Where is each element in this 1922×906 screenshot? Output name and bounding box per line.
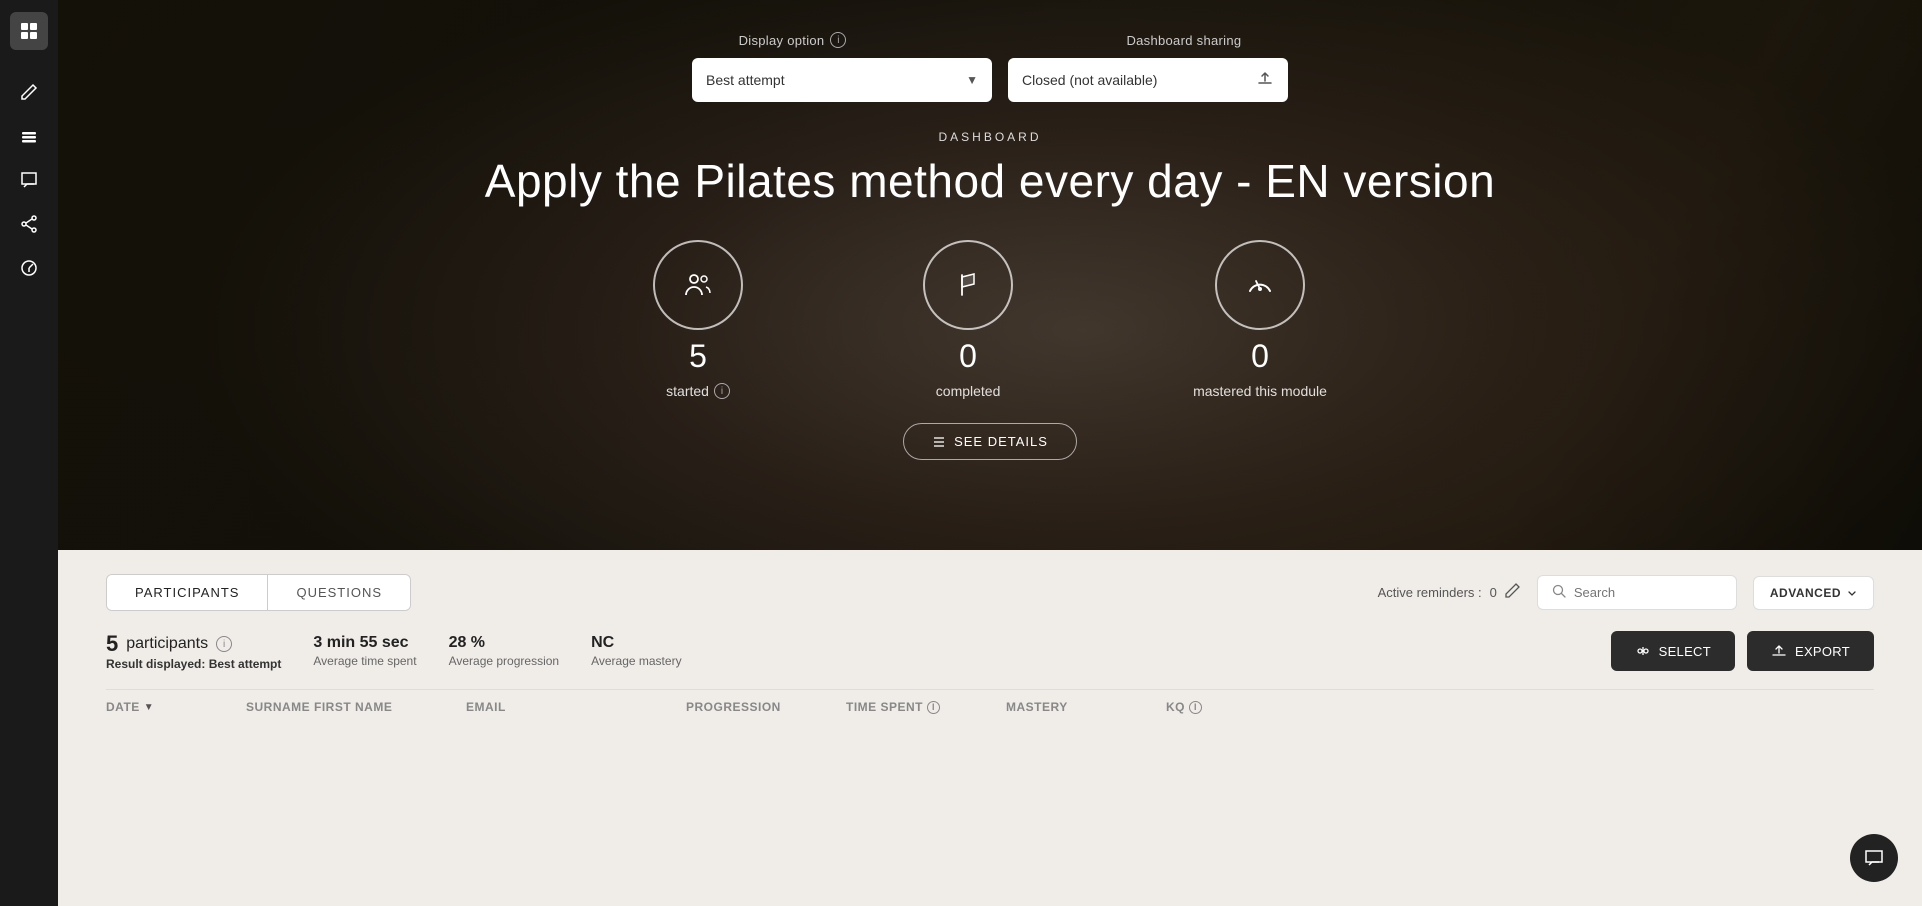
sidebar-item-analytics[interactable] <box>11 250 47 286</box>
tabs-search-row: PARTICIPANTS QUESTIONS Active reminders … <box>106 574 1874 611</box>
upload-icon <box>1256 69 1274 92</box>
kq-info-icon[interactable]: i <box>1189 701 1202 714</box>
stat-mastered-number: 0 <box>1251 338 1269 375</box>
search-input[interactable] <box>1574 585 1714 600</box>
flag-icon <box>952 269 984 301</box>
hero-title: Apply the Pilates method every day - EN … <box>485 154 1495 208</box>
col-header-progression: PROGRESSION <box>686 700 846 714</box>
stat-started-number: 5 <box>689 338 707 375</box>
stat-mastered-label: mastered this module <box>1193 383 1327 399</box>
layers-icon <box>20 127 38 145</box>
stat-circle-mastered <box>1215 240 1305 330</box>
chevron-down-icon: ▼ <box>966 73 978 87</box>
see-details-button[interactable]: SEE DETAILS <box>903 423 1077 460</box>
sidebar <box>0 0 58 906</box>
col-header-email: EMAIL <box>466 700 686 714</box>
analytics-icon <box>20 259 38 277</box>
controls-labels: Display option i Dashboard sharing <box>739 32 1242 48</box>
stat-started: 5 started i <box>653 240 743 399</box>
table-header: DATE ▼ SURNAME FIRST NAME EMAIL PROGRESS… <box>106 689 1874 724</box>
participants-info-icon[interactable]: i <box>216 636 232 652</box>
stat-started-info-icon[interactable]: i <box>714 383 730 399</box>
col-header-mastery: MASTERY <box>1006 700 1166 714</box>
select-button[interactable]: SELECT <box>1611 631 1735 671</box>
result-displayed: Result displayed: Best attempt <box>106 657 281 671</box>
hero-controls: Display option i Dashboard sharing Best … <box>58 0 1922 102</box>
list-icon <box>932 435 946 449</box>
action-buttons: SELECT EXPORT <box>1611 631 1874 671</box>
select-icon <box>1635 643 1651 659</box>
controls-row: Best attempt ▼ Closed (not available) <box>692 58 1288 102</box>
chat-bubble-icon <box>1863 847 1885 869</box>
stats-row: 5 started i 0 completed <box>653 240 1327 399</box>
pencil-icon <box>1505 582 1521 598</box>
stat-completed-number: 0 <box>959 338 977 375</box>
sidebar-item-chat[interactable] <box>11 162 47 198</box>
average-progression-box: 28 % Average progression <box>449 634 560 668</box>
dashboard-sharing-control[interactable]: Closed (not available) <box>1008 58 1288 102</box>
edit-reminders-button[interactable] <box>1505 582 1521 603</box>
participants-info: 5 participants i Result displayed: Best … <box>106 631 682 671</box>
tab-questions[interactable]: QUESTIONS <box>268 575 410 610</box>
sidebar-item-edit[interactable] <box>11 74 47 110</box>
col-header-date[interactable]: DATE ▼ <box>106 700 246 714</box>
chevron-down-icon <box>1847 588 1857 598</box>
participants-count-block: 5 participants i Result displayed: Best … <box>106 631 281 671</box>
search-icon <box>1552 584 1566 601</box>
chat-support-button[interactable] <box>1850 834 1898 882</box>
col-header-time-spent: TIME SPENT i <box>846 700 1006 714</box>
stat-completed-label: completed <box>936 383 1001 399</box>
lower-section: PARTICIPANTS QUESTIONS Active reminders … <box>58 550 1922 906</box>
sidebar-item-layers[interactable] <box>11 118 47 154</box>
stat-mastered: 0 mastered this module <box>1193 240 1327 399</box>
stat-completed: 0 completed <box>923 240 1013 399</box>
active-reminders: Active reminders : 0 <box>1378 582 1521 603</box>
hero-content: DASHBOARD Apply the Pilates method every… <box>485 130 1495 208</box>
hero-section-label: DASHBOARD <box>938 130 1041 144</box>
share-icon <box>20 215 38 233</box>
tab-participants[interactable]: PARTICIPANTS <box>107 575 268 610</box>
sort-arrow-date: ▼ <box>144 702 154 713</box>
average-mastery-box: NC Average mastery <box>591 634 682 668</box>
chat-icon <box>20 171 38 189</box>
display-option-label: Display option i <box>739 32 847 48</box>
participants-count: 5 participants i <box>106 631 281 657</box>
display-option-dropdown[interactable]: Best attempt ▼ <box>692 58 992 102</box>
col-header-name: SURNAME FIRST NAME <box>246 700 466 714</box>
pencil-icon <box>20 83 38 101</box>
advanced-button[interactable]: ADVANCED <box>1753 576 1874 610</box>
gauge-icon <box>1242 267 1278 303</box>
dashboard-sharing-label: Dashboard sharing <box>1126 32 1241 48</box>
hero-section: Display option i Dashboard sharing Best … <box>58 0 1922 550</box>
right-controls: Active reminders : 0 ADVANCE <box>1378 575 1874 610</box>
col-header-kq: KQ i <box>1166 700 1286 714</box>
tabs: PARTICIPANTS QUESTIONS <box>106 574 411 611</box>
display-option-info-icon[interactable]: i <box>830 32 846 48</box>
search-box <box>1537 575 1737 610</box>
time-spent-info-icon[interactable]: i <box>927 701 940 714</box>
stat-circle-started <box>653 240 743 330</box>
grid-icon <box>19 21 39 41</box>
export-icon <box>1771 643 1787 659</box>
stat-circle-completed <box>923 240 1013 330</box>
people-icon <box>682 269 714 301</box>
stat-started-label: started i <box>666 383 730 399</box>
sidebar-item-share[interactable] <box>11 206 47 242</box>
sidebar-logo[interactable] <box>10 12 48 50</box>
participants-summary: 5 participants i Result displayed: Best … <box>106 631 1874 671</box>
export-button[interactable]: EXPORT <box>1747 631 1874 671</box>
average-time-box: 3 min 55 sec Average time spent <box>313 634 416 668</box>
